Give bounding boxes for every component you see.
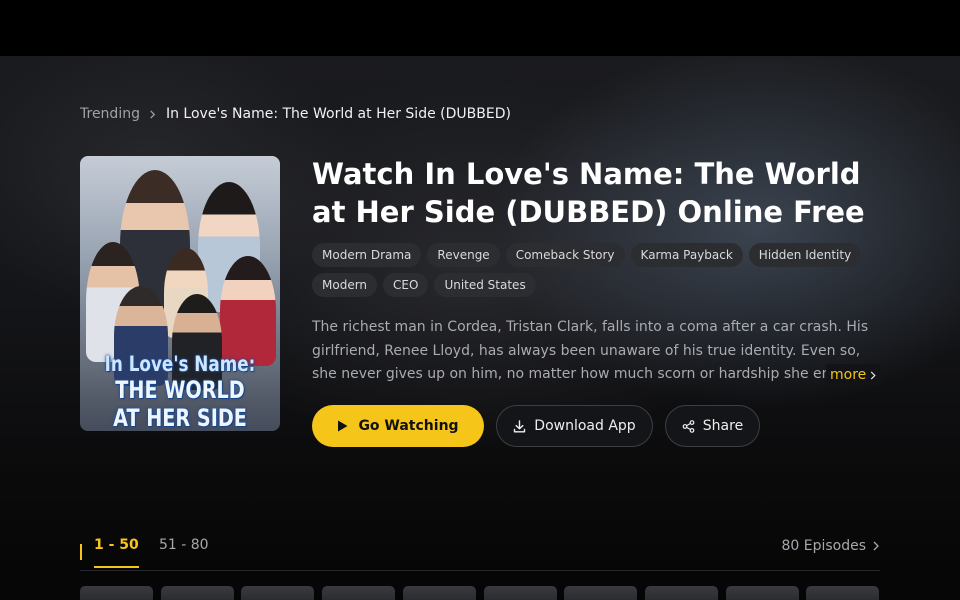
drama-poster: In Love's Name: THE WORLD AT HER SIDE xyxy=(80,156,280,431)
episode-count: 80 Episodes xyxy=(781,538,866,554)
tag-karma-payback[interactable]: Karma Payback xyxy=(630,243,743,267)
episode-thumbnail[interactable] xyxy=(564,586,638,600)
share-button[interactable]: Share xyxy=(665,405,760,447)
poster-title-line2: THE WORLD AT HER SIDE xyxy=(113,376,247,431)
more-label: more xyxy=(830,367,867,383)
tab-episodes-51-80[interactable]: 51 - 80 xyxy=(159,537,209,568)
download-app-label: Download App xyxy=(534,418,636,434)
share-label: Share xyxy=(702,418,744,434)
episode-thumbnail[interactable] xyxy=(725,586,799,600)
download-icon xyxy=(514,419,526,432)
section-accent-bar xyxy=(80,544,82,560)
episode-thumbnail[interactable] xyxy=(241,586,315,600)
download-app-button[interactable]: Download App xyxy=(496,405,653,447)
tag-hidden-identity[interactable]: Hidden Identity xyxy=(748,243,862,267)
all-episodes-link[interactable]: 80 Episodes xyxy=(781,538,880,554)
tab-episodes-1-50[interactable]: 1 - 50 xyxy=(94,537,139,568)
tag-ceo[interactable]: CEO xyxy=(383,273,429,297)
episode-thumbnail[interactable] xyxy=(160,586,234,600)
synopsis: The richest man in Cordea, Tristan Clark… xyxy=(312,319,875,382)
episode-thumbnail[interactable] xyxy=(402,586,476,600)
episode-range-tabs: 1 - 50 51 - 80 80 Episodes xyxy=(80,531,880,571)
episode-thumbnail[interactable] xyxy=(483,586,557,600)
poster-figure xyxy=(220,256,276,366)
chevron-right-icon xyxy=(873,541,879,551)
go-watching-button[interactable]: Go Watching xyxy=(312,405,484,447)
tag-united-states[interactable]: United States xyxy=(434,273,536,297)
episode-thumbnail[interactable] xyxy=(806,586,880,600)
breadcrumb-current: In Love's Name: The World at Her Side (D… xyxy=(165,106,511,122)
episode-thumbnail[interactable] xyxy=(80,586,153,600)
episode-thumbnail-row xyxy=(80,586,880,600)
poster-title-line1: In Love's Name: xyxy=(104,352,256,376)
top-navigation-bar xyxy=(0,0,960,56)
tag-comeback-story[interactable]: Comeback Story xyxy=(505,243,625,267)
play-icon xyxy=(338,420,348,432)
chevron-right-icon xyxy=(140,109,166,119)
page-title: Watch In Love's Name: The World at Her S… xyxy=(312,157,865,229)
breadcrumb-trending-link[interactable]: Trending xyxy=(80,106,140,122)
chevron-right-icon xyxy=(871,370,876,380)
genre-tags: Modern Drama Revenge Comeback Story Karm… xyxy=(312,243,892,297)
breadcrumb: Trending In Love's Name: The World at He… xyxy=(80,105,511,123)
tag-modern-drama[interactable]: Modern Drama xyxy=(312,243,422,267)
episode-thumbnail[interactable] xyxy=(644,586,718,600)
tag-modern[interactable]: Modern xyxy=(312,273,378,297)
go-watching-label: Go Watching xyxy=(358,418,459,434)
more-button[interactable]: more xyxy=(826,364,882,386)
episode-thumbnail[interactable] xyxy=(322,586,396,600)
tag-revenge[interactable]: Revenge xyxy=(427,243,500,267)
share-icon xyxy=(682,419,695,433)
